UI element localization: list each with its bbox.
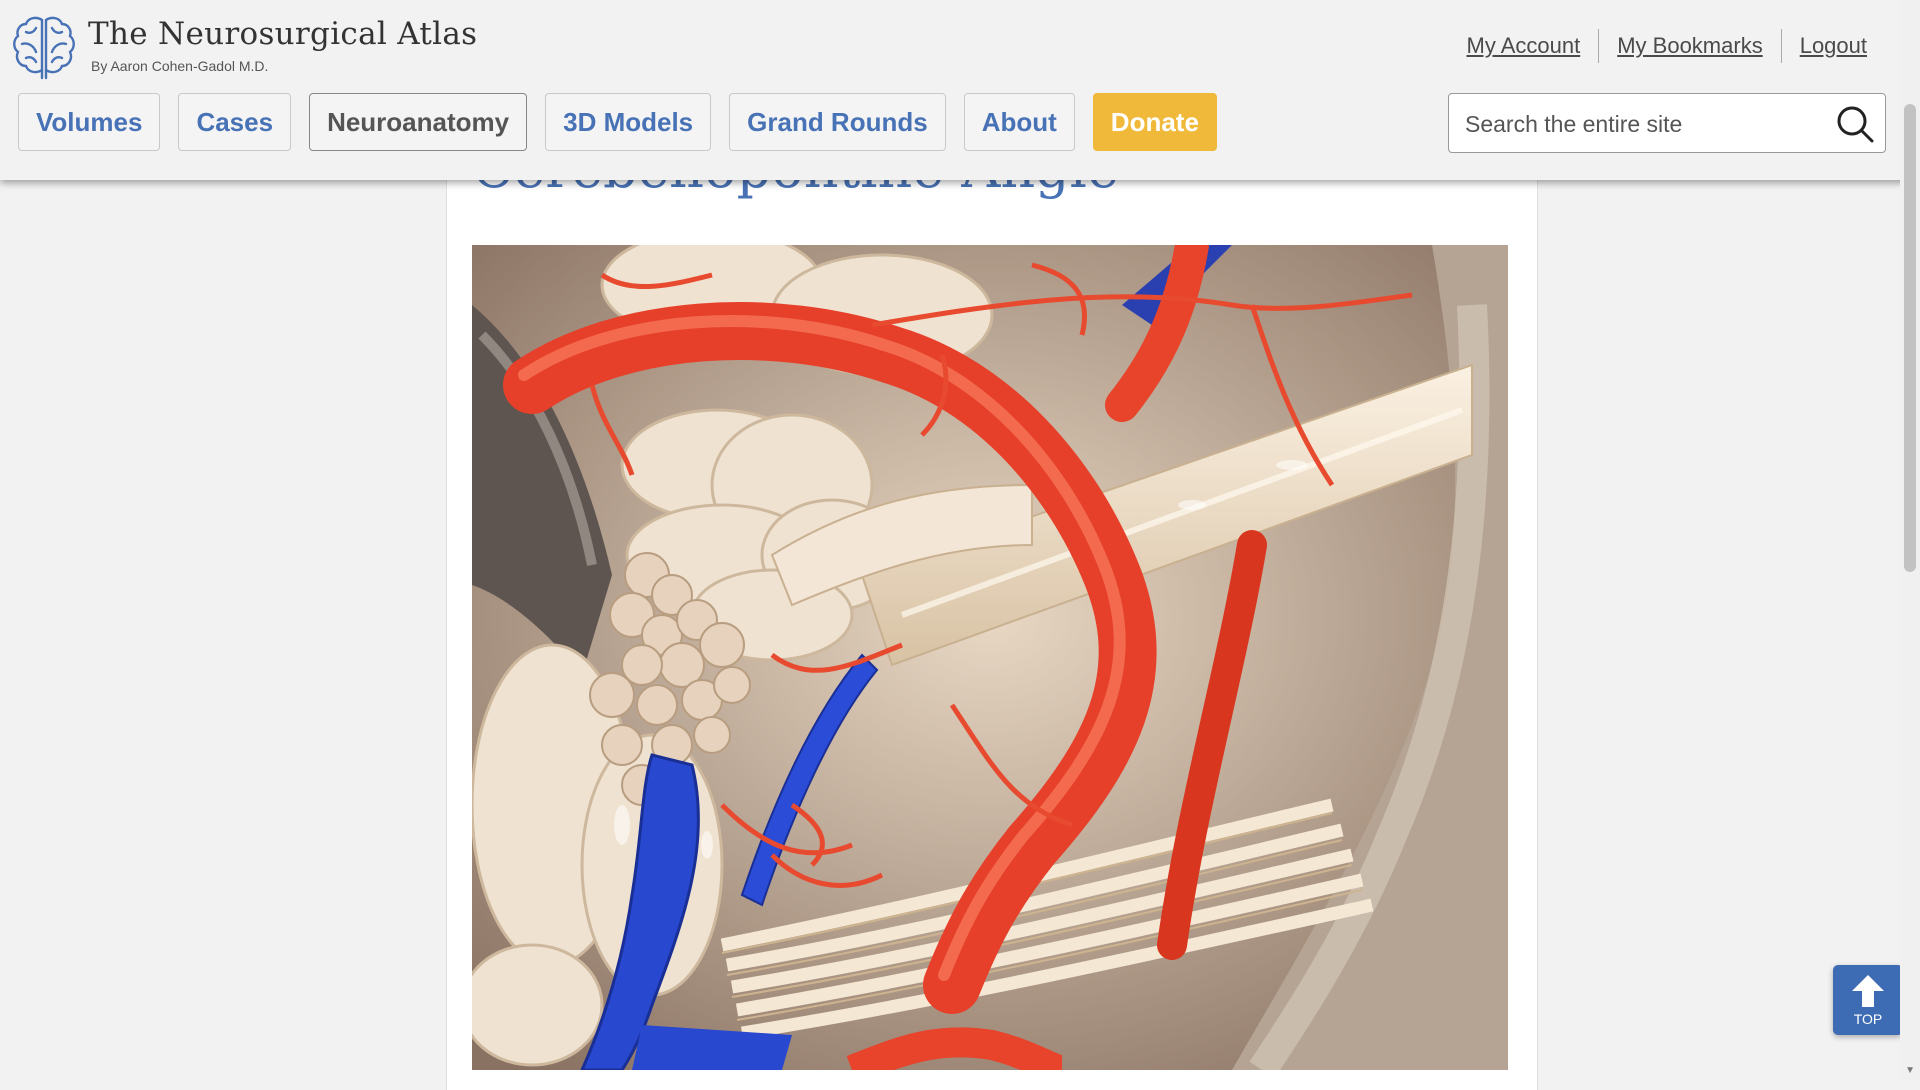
site-header: The Neurosurgical Atlas By Aaron Cohen-G… (0, 0, 1920, 180)
page-scrollbar[interactable]: ▼ (1900, 0, 1920, 1080)
my-account-link[interactable]: My Account (1449, 33, 1599, 59)
site-title[interactable]: The Neurosurgical Atlas (88, 16, 477, 52)
logout-link[interactable]: Logout (1782, 33, 1885, 59)
anatomy-photo-image (472, 245, 1508, 1070)
nav-cases-button[interactable]: Cases (178, 93, 292, 151)
search-icon[interactable] (1835, 104, 1875, 144)
donate-button[interactable]: Donate (1092, 93, 1217, 151)
brain-logo-icon[interactable] (10, 12, 78, 80)
search-input[interactable] (1463, 94, 1827, 154)
nav-neuroanatomy-button[interactable]: Neuroanatomy (309, 93, 528, 151)
nav-3d-models-button[interactable]: 3D Models (545, 93, 712, 151)
arrow-up-icon (1852, 975, 1884, 1007)
top-button-label: TOP (1853, 1011, 1883, 1027)
account-links: My Account My Bookmarks Logout (1449, 28, 1886, 64)
nav-grand-rounds-button[interactable]: Grand Rounds (729, 93, 946, 151)
scrollbar-thumb[interactable] (1904, 104, 1916, 572)
anatomy-photo (472, 245, 1508, 1070)
back-to-top-button[interactable]: TOP (1833, 965, 1903, 1035)
main-nav: Volumes Cases Neuroanatomy 3D Models Gra… (18, 93, 1235, 151)
scroll-down-arrow-icon[interactable]: ▼ (1905, 1065, 1915, 1076)
search-box (1448, 93, 1886, 154)
my-bookmarks-link[interactable]: My Bookmarks (1599, 33, 1780, 59)
nav-about-button[interactable]: About (963, 93, 1075, 151)
site-subtitle: By Aaron Cohen-Gadol M.D. (91, 58, 269, 74)
nav-volumes-button[interactable]: Volumes (18, 93, 161, 151)
